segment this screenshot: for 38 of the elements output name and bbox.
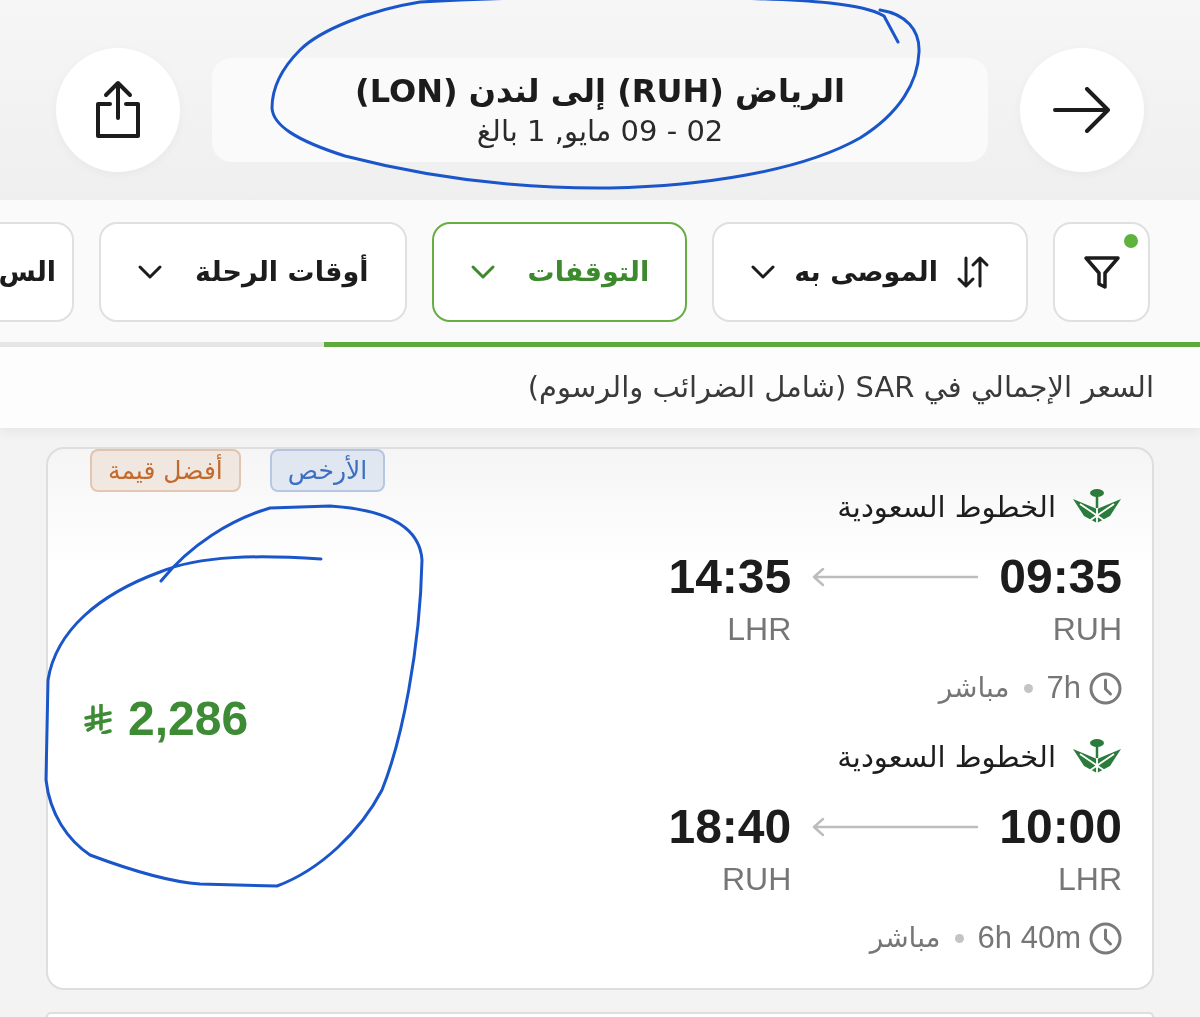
departure-airport: LHR — [1058, 861, 1122, 897]
riyal-sign-icon — [84, 703, 112, 734]
price-note: السعر الإجمالي في SAR (شامل الضرائب والرسوم) — [527, 368, 1154, 407]
price: 2,286 — [128, 692, 249, 745]
departure-airport: RUH — [1052, 611, 1122, 647]
chevron-down-icon — [469, 264, 496, 280]
flight-duration: 7h — [1046, 670, 1081, 706]
route-title: الرياض (RUH) إلى لندن (LON) — [355, 71, 845, 112]
filter-chip[interactable]: التوقفات — [431, 222, 688, 322]
filter-chip[interactable]: أوقات الرحلة — [99, 222, 407, 322]
filter-icon — [1082, 253, 1121, 291]
chevron-down-icon — [750, 264, 777, 280]
arrival-time: 14:35 — [668, 553, 792, 601]
direction-arrow-icon — [811, 817, 980, 837]
trip-dates: 02 - 09 مايو, 1 بالغ — [476, 113, 724, 150]
arrow-right-icon — [1053, 87, 1111, 133]
arrival-airport: LHR — [727, 611, 792, 647]
stops-label: مباشر — [938, 670, 1010, 706]
sort-chip[interactable]: الموصى به — [712, 222, 1028, 322]
filter-button[interactable] — [1053, 222, 1150, 322]
stops-label: مباشر — [869, 920, 941, 956]
direction-arrow-icon — [811, 567, 980, 587]
share-icon — [94, 80, 142, 140]
tag-label: الأرخص — [269, 449, 386, 492]
flight-duration: 6h 40m — [977, 920, 1081, 956]
sort-icon — [956, 255, 990, 289]
departure-time: 09:35 — [999, 553, 1122, 601]
departure-time: 10:00 — [999, 803, 1122, 851]
arrival-time: 18:40 — [668, 803, 792, 851]
airline-name: الخطوط السعودية — [837, 489, 1056, 527]
tag-label: أفضل قيمة — [90, 449, 241, 492]
filter-chip[interactable]: الس — [0, 222, 75, 322]
arrival-airport: RUH — [721, 861, 792, 897]
clock-icon — [1089, 671, 1122, 705]
route-summary[interactable]: الرياض (RUH) إلى لندن (LON) 02 - 09 مايو, 1 بالغ — [212, 58, 988, 162]
airline-name: الخطوط السعودية — [837, 739, 1056, 777]
chevron-down-icon — [137, 264, 164, 280]
clock-icon — [1089, 921, 1122, 955]
